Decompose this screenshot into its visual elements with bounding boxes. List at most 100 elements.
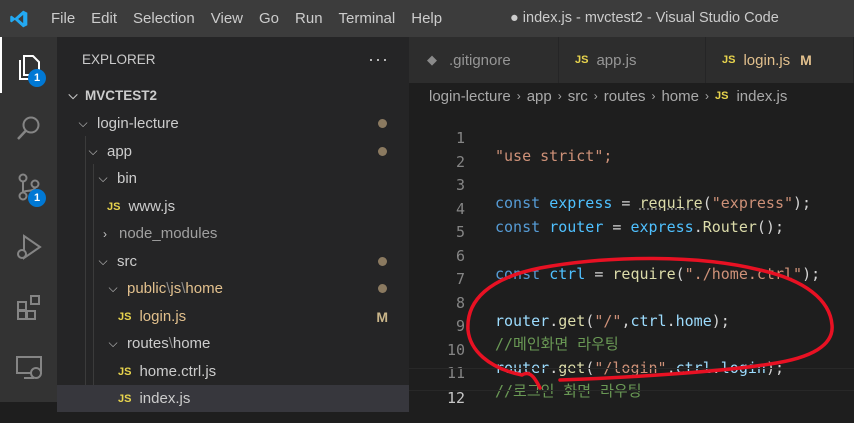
tree-label: www.js: [128, 198, 176, 215]
search-activity-button[interactable]: [0, 100, 57, 156]
tree-file-www-js[interactable]: JS www.js: [57, 193, 409, 220]
menu-go[interactable]: Go: [251, 0, 287, 37]
menu-view[interactable]: View: [203, 0, 251, 37]
remote-explorer-icon: [15, 356, 42, 379]
tree-file-index-js[interactable]: JS index.js: [57, 385, 409, 412]
chevron-down-icon: ⌵: [108, 281, 118, 295]
tree-folder-routes-home[interactable]: ⌵ routes\home: [57, 330, 409, 357]
tree-folder-app[interactable]: ⌵ app: [57, 138, 409, 165]
javascript-file-icon: JS: [714, 90, 729, 102]
breadcrumb-item[interactable]: src: [568, 88, 588, 105]
vscode-logo-icon: [10, 10, 28, 27]
more-actions-icon[interactable]: ···: [368, 49, 389, 70]
tree-folder-login-lecture[interactable]: ⌵ login-lecture: [57, 110, 409, 137]
run-debug-icon: [16, 234, 42, 260]
chevron-down-icon: ⌵: [78, 116, 88, 130]
tab-app-js[interactable]: JS app.js: [559, 37, 706, 83]
tree-file-login-js[interactable]: JS login.js M: [57, 303, 409, 330]
title-bar: File Edit Selection View Go Run Terminal…: [0, 0, 854, 37]
chevron-down-icon: ⌵: [98, 171, 108, 185]
explorer-panel: EXPLORER ··· ⌵ MVCTEST2 ⌵ login-lecture …: [57, 37, 409, 412]
chevron-down-icon: ⌵: [108, 336, 118, 350]
chevron-right-icon: ›: [103, 226, 107, 241]
modified-mark: M: [800, 52, 812, 68]
breadcrumb-item[interactable]: login-lecture: [429, 88, 511, 105]
tree-root-label: MVCTEST2: [85, 88, 158, 103]
tree-label: home.ctrl.js: [139, 363, 217, 380]
javascript-file-icon: JS: [107, 200, 121, 213]
tab-label: app.js: [596, 51, 637, 69]
code-line: 2: [409, 133, 854, 171]
explorer-badge: 1: [28, 69, 46, 87]
tree-folder-node-modules[interactable]: › node_modules: [57, 220, 409, 247]
gitignore-file-icon: ◆: [427, 52, 437, 67]
explorer-activity-button[interactable]: [0, 39, 57, 95]
run-debug-activity-button[interactable]: [0, 219, 57, 275]
breadcrumb-item[interactable]: routes: [604, 88, 646, 105]
tree-folder-src[interactable]: ⌵ src: [57, 248, 409, 275]
tab-login-js[interactable]: JS login.js M: [706, 37, 854, 83]
code-line: 1 "use strict";: [409, 109, 854, 165]
explorer-header: EXPLORER ···: [57, 37, 409, 82]
javascript-file-icon: JS: [722, 54, 736, 66]
code-line: 6 const ctrl = require("./home.ctrl");: [409, 227, 854, 283]
menu-edit[interactable]: Edit: [83, 0, 125, 37]
breadcrumb: login-lecture › app › src › routes › home › J…: [409, 83, 854, 109]
explorer-title: EXPLORER: [82, 52, 156, 67]
menu-terminal[interactable]: Terminal: [331, 0, 404, 37]
chevron-right-icon: ›: [593, 89, 598, 103]
remote-explorer-activity-button[interactable]: [0, 339, 57, 395]
tab-gitignore[interactable]: ◆ .gitignore: [409, 37, 559, 83]
modified-dot: [378, 284, 387, 293]
path-segment: js: [170, 280, 182, 297]
tree-file-home-ctrl-js[interactable]: JS home.ctrl.js: [57, 358, 409, 385]
tree-label: index.js: [139, 390, 191, 407]
menu-run[interactable]: Run: [287, 0, 331, 37]
tree-label: login.js: [139, 308, 187, 325]
code-line: 11 //로그인 화면 라우팅: [409, 344, 854, 400]
javascript-file-icon: JS: [118, 392, 132, 405]
menu-help[interactable]: Help: [403, 0, 450, 37]
path-segment: public: [127, 280, 167, 297]
tree-label: login-lecture: [97, 115, 179, 132]
chevron-right-icon: ›: [704, 89, 709, 103]
code-line: 9 //메인화면 라우팅: [409, 297, 854, 353]
tree-root-mvctest2[interactable]: ⌵ MVCTEST2: [57, 82, 409, 109]
code-line: 5: [409, 203, 854, 241]
breadcrumb-file[interactable]: index.js: [736, 88, 787, 105]
tree-folder-public-js-home[interactable]: ⌵ public\js\home: [57, 275, 409, 302]
modified-mark: M: [376, 308, 388, 325]
javascript-file-icon: JS: [118, 310, 132, 323]
source-control-activity-button[interactable]: [0, 159, 57, 215]
code-line: 8 router.get("/",ctrl.home);: [409, 274, 854, 330]
path-segment: home: [185, 280, 223, 297]
breadcrumb-item[interactable]: app: [527, 88, 552, 105]
tree-label: node_modules: [119, 225, 218, 242]
chevron-right-icon: ›: [557, 89, 562, 103]
chevron-down-icon: ⌵: [88, 144, 98, 158]
tree-label: routes\home: [127, 335, 210, 352]
scm-badge: 1: [28, 189, 46, 207]
modified-dot: [378, 119, 387, 128]
code-line: 7: [409, 250, 854, 288]
code-line-current: 12: [409, 367, 854, 407]
path-segment: home: [172, 335, 211, 352]
tree-label: public\js\home: [127, 280, 223, 297]
menu-selection[interactable]: Selection: [125, 0, 203, 37]
chevron-right-icon: ›: [516, 89, 521, 103]
modified-dot: [378, 147, 387, 156]
extensions-icon: [16, 295, 40, 320]
tree-label: src: [117, 253, 137, 270]
breadcrumb-item[interactable]: home: [661, 88, 699, 105]
search-icon: [16, 116, 39, 140]
editor-tabs: ◆ .gitignore JS app.js JS login.js M: [409, 37, 854, 83]
modified-dot: [378, 257, 387, 266]
extensions-activity-button[interactable]: [0, 280, 57, 336]
editor-area: ◆ .gitignore JS app.js JS login.js M log…: [409, 37, 854, 407]
menu-file[interactable]: File: [43, 0, 83, 37]
chevron-right-icon: ›: [651, 89, 656, 103]
chevron-down-icon: ⌵: [68, 88, 78, 102]
code-line: 4 const router = express.Router();: [409, 180, 854, 236]
tree-folder-bin[interactable]: ⌵ bin: [57, 165, 409, 192]
activity-bar: 1 1: [0, 37, 57, 402]
